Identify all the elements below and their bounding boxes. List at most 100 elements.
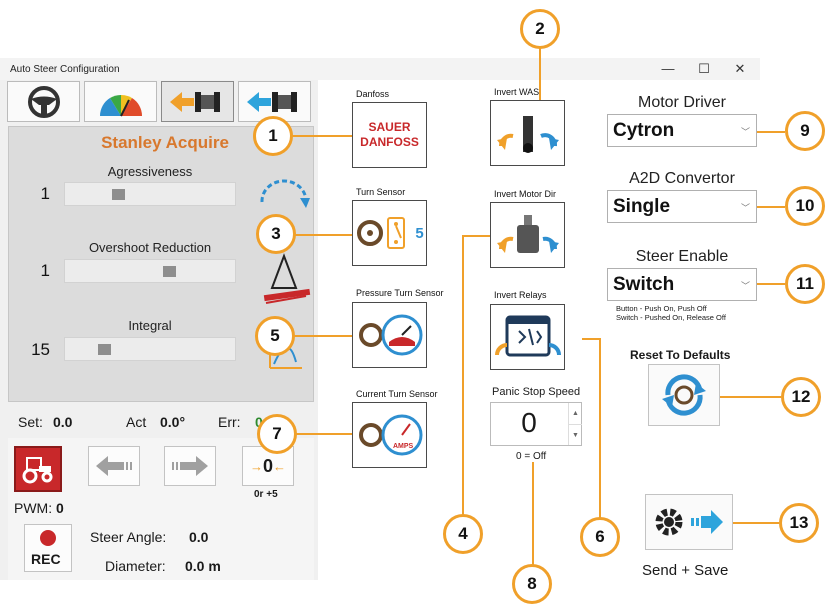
motor-driver-select[interactable]: Cytron ﹀ xyxy=(607,114,757,147)
current-sensor-toggle[interactable]: AMPS xyxy=(352,402,427,468)
panic-stop-spinner[interactable]: 0 ▲ ▼ xyxy=(490,402,582,446)
callout-3: 3 xyxy=(256,214,296,254)
center-note: 0r +5 xyxy=(254,489,278,500)
spinner-down-icon[interactable]: ▼ xyxy=(568,424,582,445)
diameter-label: Diameter: xyxy=(105,558,166,574)
turn-sensor-icon xyxy=(357,217,406,249)
send-save-label: Send + Save xyxy=(642,562,729,579)
diameter-value: 0.0 m xyxy=(185,558,221,574)
aggressiveness-slider[interactable] xyxy=(64,182,236,206)
mode-title: Stanley Acquire xyxy=(101,133,229,152)
was-sensor-icon xyxy=(496,116,559,153)
current-sensor-label: Current Turn Sensor xyxy=(356,389,438,399)
tractor-icon xyxy=(22,457,53,484)
act-label: Act xyxy=(126,414,147,430)
callout-line xyxy=(539,46,541,100)
panic-stop-note: 0 = Off xyxy=(516,451,547,462)
minimize-button[interactable]: — xyxy=(656,59,680,79)
callout-12: 12 xyxy=(781,377,821,417)
invert-was-label: Invert WAS xyxy=(494,87,540,97)
window-title: Auto Steer Configuration xyxy=(10,64,120,75)
reset-label: Reset To Defaults xyxy=(630,348,731,362)
callout-line xyxy=(295,234,352,236)
gauge-icon xyxy=(99,94,142,116)
slider-label: Agressiveness xyxy=(107,164,193,179)
motor-driver-label: Motor Driver xyxy=(637,94,726,111)
slider-value: 1 xyxy=(40,184,50,203)
record-label: REC xyxy=(31,551,61,567)
callout-11: 11 xyxy=(785,264,825,304)
steer-enable-label: Steer Enable xyxy=(635,248,729,265)
integral-slider[interactable] xyxy=(64,337,236,361)
send-save-button[interactable] xyxy=(645,494,733,550)
overshoot-slider[interactable] xyxy=(64,259,236,283)
callout-1: 1 xyxy=(253,116,293,156)
steer-angle-value: 0.0 xyxy=(189,529,209,545)
slider-label: Integral xyxy=(128,318,172,333)
invert-motor-label: Invert Motor Dir xyxy=(494,189,557,199)
set-value: 0.0 xyxy=(53,414,73,430)
invert-was-toggle[interactable] xyxy=(490,100,565,166)
arrow-left-icon xyxy=(96,456,132,476)
callout-line xyxy=(757,131,785,133)
pwm-value: 0 xyxy=(56,500,64,516)
tab-steering[interactable] xyxy=(7,81,80,122)
slider-label: Overshoot Reduction xyxy=(88,240,212,255)
maximize-button[interactable]: ☐ xyxy=(692,59,716,79)
steer-note-switch: Switch - Pushed On, Release Off xyxy=(616,313,726,322)
tractor-toggle-button[interactable] xyxy=(14,446,62,492)
slider-value: 1 xyxy=(40,261,50,280)
steer-enable-value: Switch xyxy=(613,274,675,295)
err-label: Err: xyxy=(218,414,241,430)
callout-line xyxy=(757,283,785,285)
tab-tractor-front[interactable] xyxy=(161,81,234,122)
panic-stop-value[interactable]: 0 xyxy=(491,407,567,439)
arrow-in-icon: → xyxy=(249,458,263,474)
invert-relays-toggle[interactable] xyxy=(490,304,565,370)
overshoot-icon xyxy=(263,253,311,304)
reset-icon xyxy=(662,374,706,416)
callout-line xyxy=(294,433,352,435)
callout-7: 7 xyxy=(257,414,297,454)
amps-text: AMPS xyxy=(393,443,414,450)
callout-5: 5 xyxy=(255,316,295,356)
chevron-down-icon: ﹀ xyxy=(740,203,750,213)
steer-enable-select[interactable]: Switch ﹀ xyxy=(607,268,757,301)
pressure-sensor-toggle[interactable] xyxy=(352,302,427,368)
danfoss-label: Danfoss xyxy=(356,89,390,99)
spinner-up-icon[interactable]: ▲ xyxy=(568,403,582,424)
steer-left-button[interactable] xyxy=(88,446,140,486)
steer-angle-label: Steer Angle: xyxy=(90,529,167,545)
turn-sensor-toggle[interactable]: 5 xyxy=(352,200,427,266)
invert-relays-label: Invert Relays xyxy=(494,290,547,300)
steering-wheel-icon xyxy=(27,85,60,118)
chevron-down-icon: ﹀ xyxy=(740,281,750,291)
tab-gauge[interactable] xyxy=(84,81,157,122)
pwm-label: PWM: 0 xyxy=(14,500,64,516)
slider-thumb[interactable] xyxy=(163,266,176,277)
record-button[interactable]: REC xyxy=(24,524,72,572)
act-value: 0.0° xyxy=(160,414,186,430)
close-button[interactable]: ✕ xyxy=(728,59,752,79)
motor-driver-value: Cytron xyxy=(613,120,675,141)
danfoss-toggle[interactable]: SAUER DANFOSS xyxy=(352,102,427,168)
record-dot-icon xyxy=(40,530,56,546)
slider-thumb[interactable] xyxy=(98,344,111,355)
pressure-gauge-icon xyxy=(358,314,422,356)
callout-line xyxy=(462,235,464,515)
invert-motor-toggle[interactable] xyxy=(490,202,565,268)
callout-line xyxy=(720,396,781,398)
panic-stop-label: Panic Stop Speed xyxy=(492,386,581,398)
danfoss-logo-top: SAUER xyxy=(368,120,411,134)
steer-right-button[interactable] xyxy=(164,446,216,486)
callout-line xyxy=(733,522,779,524)
slider-thumb[interactable] xyxy=(112,189,125,200)
chevron-down-icon: ﹀ xyxy=(740,127,750,137)
gear-arrow-icon xyxy=(655,508,723,536)
arrow-right-icon xyxy=(172,456,208,476)
a2d-select[interactable]: Single ﹀ xyxy=(607,190,757,223)
callout-8: 8 xyxy=(512,564,552,604)
callout-line xyxy=(757,206,785,208)
set-label: Set: xyxy=(18,414,43,430)
reset-defaults-button[interactable] xyxy=(648,364,720,426)
